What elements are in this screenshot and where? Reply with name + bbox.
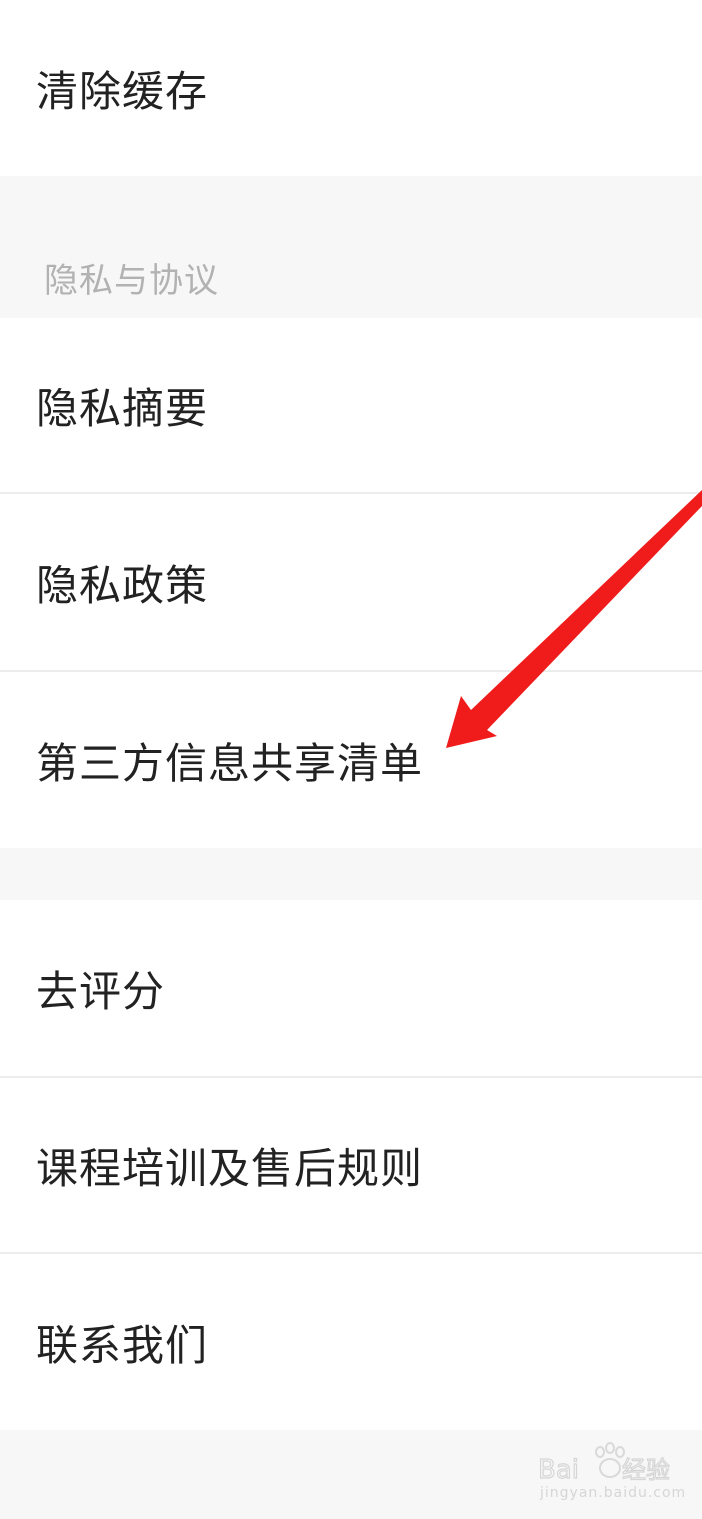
rate-item[interactable]: 去评分 [0, 900, 702, 1076]
settings-screen: 清除缓存 隐私与协议 隐私摘要 隐私政策 第三方信息共享清单 去评分 课程培训及… [0, 0, 702, 1519]
svg-text:经验: 经验 [622, 1456, 670, 1484]
svg-text:Bai: Bai [538, 1455, 579, 1485]
watermark-url: jingyan.baidu.com [540, 1485, 687, 1501]
contact-item[interactable]: 联系我们 [0, 1254, 702, 1430]
privacy-policy-item[interactable]: 隐私政策 [0, 494, 702, 670]
privacy-section-title: 隐私与协议 [44, 260, 219, 301]
privacy-policy-label: 隐私政策 [36, 560, 209, 610]
rate-label: 去评分 [36, 966, 166, 1016]
course-rules-item[interactable]: 课程培训及售后规则 [0, 1078, 702, 1252]
third-party-sharing-item[interactable]: 第三方信息共享清单 [0, 672, 702, 848]
third-party-sharing-label: 第三方信息共享清单 [36, 738, 424, 788]
privacy-section-header: 隐私与协议 [0, 236, 702, 318]
privacy-summary-item[interactable]: 隐私摘要 [0, 318, 702, 492]
course-rules-label: 课程培训及售后规则 [36, 1143, 424, 1193]
contact-label: 联系我们 [36, 1320, 209, 1370]
clear-cache-item[interactable]: 清除缓存 [0, 0, 702, 176]
privacy-summary-label: 隐私摘要 [36, 383, 209, 433]
clear-cache-label: 清除缓存 [36, 66, 209, 116]
